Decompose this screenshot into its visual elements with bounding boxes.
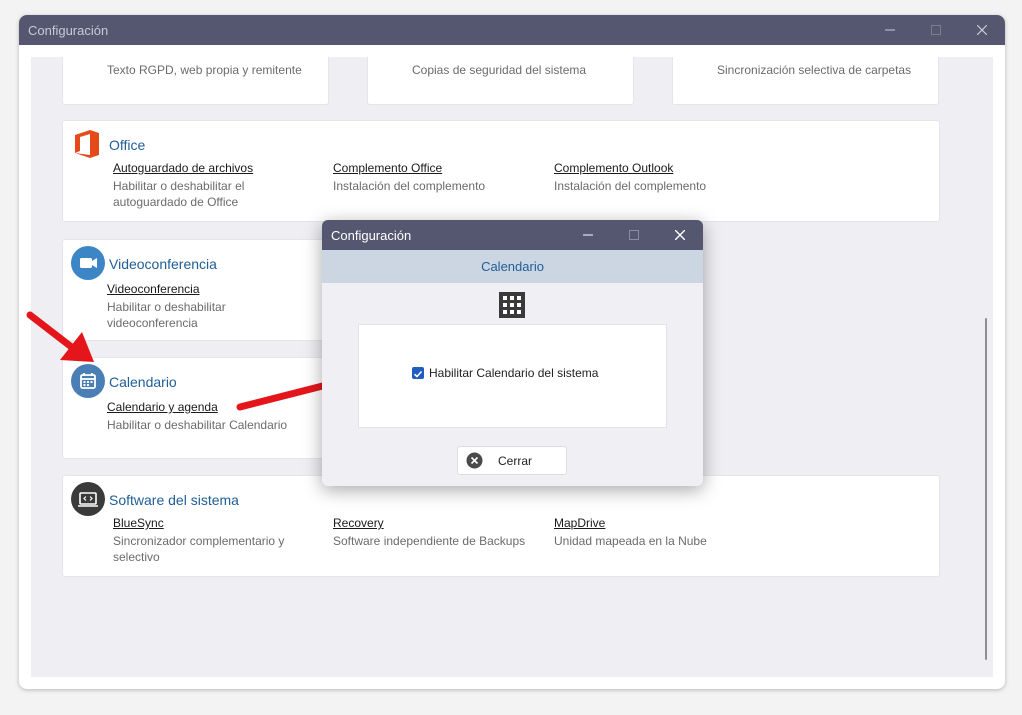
office-addin-link[interactable]: Complemento Office: [333, 161, 442, 175]
close-dialog-button[interactable]: Cerrar: [457, 446, 567, 475]
office-title: Office: [109, 137, 146, 153]
video-link[interactable]: Videoconferencia: [107, 282, 200, 296]
calendar-title: Calendario: [109, 374, 177, 390]
grid-apps-icon: [499, 292, 525, 318]
bluesync-link[interactable]: BlueSync: [113, 516, 164, 530]
minimize-icon: [583, 234, 593, 236]
backup-desc: Copias de seguridad del sistema: [412, 63, 587, 77]
autosave-link[interactable]: Autoguardado de archivos: [113, 161, 253, 175]
calendar-enable-checkbox[interactable]: [412, 367, 424, 379]
mapdrive-link[interactable]: MapDrive: [554, 516, 605, 530]
rgpd-desc: Texto RGPD, web propia y remitente: [107, 63, 302, 77]
sync-desc: Sincronización selectiva de carpetas: [717, 63, 912, 77]
software-card: Software del sistema BlueSync Sincroniza…: [62, 475, 940, 577]
office-addin-desc: Instalación del complemento: [333, 179, 486, 193]
calendar-icon: [71, 364, 105, 398]
office-logo-icon: [75, 130, 99, 158]
office-card: Office Autoguardado de archivos Habilita…: [62, 120, 940, 222]
bluesync-desc-1: Sincronizador complementario y: [113, 534, 285, 548]
dialog-title: Configuración: [331, 228, 412, 243]
outlook-addin-desc: Instalación del complemento: [554, 179, 707, 193]
video-desc-1: Habilitar o deshabilitar: [107, 300, 226, 314]
mapdrive-desc: Unidad mapeada en la Nube: [554, 534, 707, 548]
video-camera-icon: [71, 246, 105, 280]
minimize-button[interactable]: [867, 15, 913, 45]
window-title: Configuración: [28, 23, 109, 38]
maximize-icon: [931, 25, 941, 35]
autosave-desc-1: Habilitar o deshabilitar el: [113, 179, 245, 193]
vertical-scrollbar[interactable]: [985, 318, 987, 660]
close-dialog-label: Cerrar: [498, 454, 533, 468]
recovery-link[interactable]: Recovery: [333, 516, 384, 530]
main-titlebar[interactable]: Configuración: [19, 15, 1005, 45]
minimize-icon: [885, 29, 895, 31]
backup-card[interactable]: Copias de seguridad del sistema: [367, 57, 634, 105]
recovery-desc: Software independiente de Backups: [333, 534, 526, 548]
dialog-header-title: Calendario: [481, 259, 544, 274]
calendar-desc: Habilitar o deshabilitar Calendario: [107, 418, 288, 432]
video-title: Videoconferencia: [109, 256, 217, 272]
autosave-desc-2: autoguardado de Office: [113, 195, 239, 209]
dialog-header: Calendario: [322, 250, 703, 283]
close-circle-icon: [466, 452, 483, 469]
close-window-button[interactable]: [959, 15, 1005, 45]
calendar-link[interactable]: Calendario y agenda: [107, 400, 218, 414]
maximize-button[interactable]: [913, 15, 959, 45]
dialog-minimize-button[interactable]: [565, 220, 611, 250]
rgpd-card[interactable]: Texto RGPD, web propia y remitente: [62, 57, 329, 105]
software-title: Software del sistema: [109, 492, 239, 508]
calendar-card: Calendario Calendario y agenda Habilitar…: [62, 357, 329, 459]
maximize-icon: [629, 230, 639, 240]
video-card: Videoconferencia Videoconferencia Habili…: [62, 239, 329, 341]
checkmark-icon: [413, 370, 423, 378]
dialog-titlebar[interactable]: Configuración: [322, 220, 703, 250]
video-desc-2: videoconferencia: [107, 316, 198, 330]
calendar-enable-label[interactable]: Habilitar Calendario del sistema: [429, 366, 598, 380]
sync-card[interactable]: Sincronización selectiva de carpetas: [672, 57, 939, 105]
dialog-maximize-button[interactable]: [611, 220, 657, 250]
bluesync-desc-2: selectivo: [113, 550, 160, 564]
laptop-code-icon: [71, 482, 105, 516]
outlook-addin-link[interactable]: Complemento Outlook: [554, 161, 673, 175]
dialog-close-button[interactable]: [657, 220, 703, 250]
calendar-dialog: Configuración Calendario Habilitar Calen…: [322, 220, 703, 486]
close-icon: [675, 230, 685, 240]
close-icon: [977, 25, 987, 35]
